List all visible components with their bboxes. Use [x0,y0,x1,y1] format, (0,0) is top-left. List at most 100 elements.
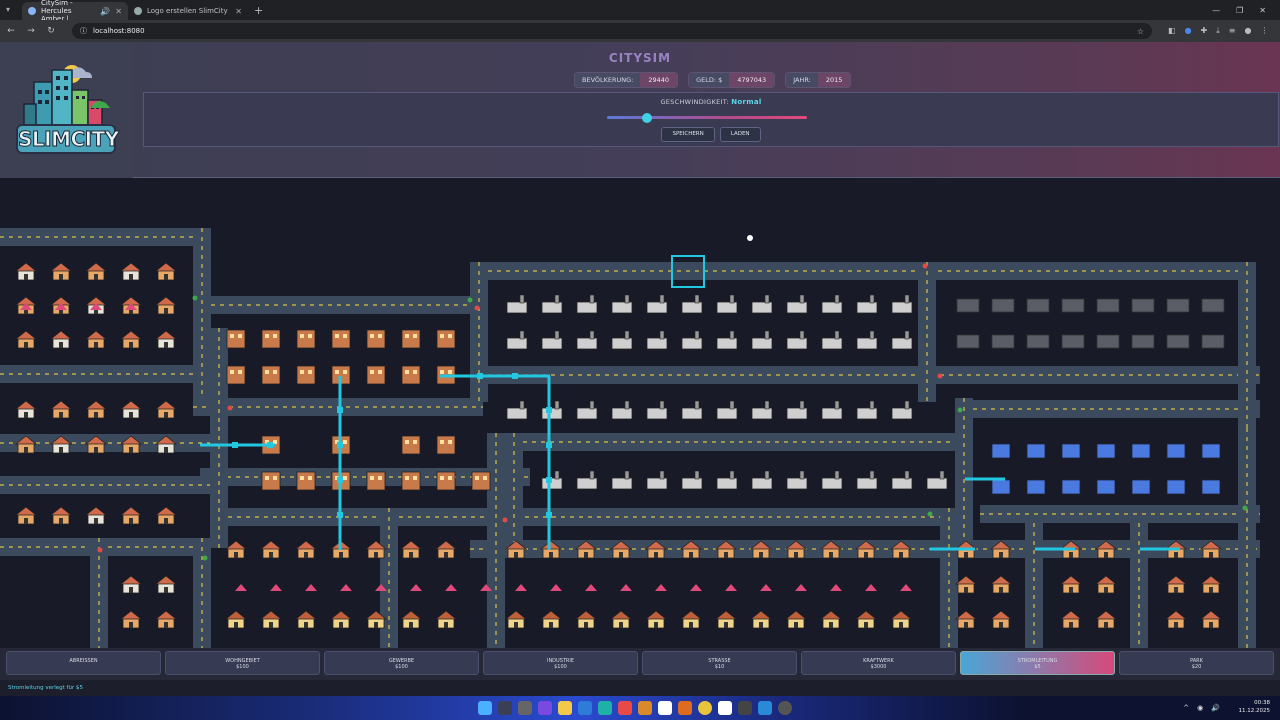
factory-icon [891,407,913,420]
tool-powerline-button[interactable]: STROMLEITUNG $5 [960,651,1115,675]
app-icon[interactable] [618,701,632,715]
reload-icon[interactable]: ↻ [46,26,56,36]
factory-chimney [834,400,840,410]
house-roof [294,540,318,550]
factory-icon [751,407,773,420]
zone-marker [410,584,422,591]
save-button[interactable]: SPEICHERN [661,127,715,142]
house-door [164,622,168,628]
clock[interactable]: 00:38 11.12.2025 [1239,699,1271,715]
shop-icon [401,435,421,455]
house-door [999,552,1003,558]
puzzle-icon[interactable]: ✚ [1201,26,1208,36]
tool-industry-button[interactable]: INDUSTRIE $100 [483,651,638,675]
app-icon[interactable] [578,701,592,715]
factory-chimney [554,330,560,340]
vscode-icon[interactable] [758,701,772,715]
factory-chimney [729,400,735,410]
house-door [24,412,28,418]
shop-window [370,370,374,374]
app-icon[interactable] [738,701,752,715]
shop-icon [261,365,281,385]
back-icon[interactable]: ← [6,26,16,36]
traffic-light [192,295,198,301]
shop-window [440,370,444,374]
app-icon[interactable] [598,701,612,715]
shop-window [440,334,444,338]
extension-icon[interactable]: ◧ [1168,26,1176,36]
tool-commercial-button[interactable]: GEWERBE $100 [324,651,479,675]
network-icon[interactable]: ◉ [1197,704,1203,712]
taskbar-apps [478,701,792,715]
tool-road-button[interactable]: STRASSE $10 [642,651,797,675]
zone-marker [865,584,877,591]
speed-slider[interactable] [607,112,807,123]
tool-price: $5 [1034,664,1041,670]
factory-icon [856,337,878,350]
app-icon[interactable] [518,701,532,715]
house-door [374,552,378,558]
extension-icon[interactable]: ● [1185,26,1192,36]
zone-marker [305,584,317,591]
app-icon[interactable] [638,701,652,715]
tool-residential-button[interactable]: WOHNGEBIET $100 [165,651,320,675]
tool-park-button[interactable]: PARK $20 [1119,651,1274,675]
media-icon[interactable]: ≡ [1229,26,1236,36]
house-door [129,412,133,418]
tool-powerplant-button[interactable]: KRAFTWERK $3000 [801,651,956,675]
tool-demolish-button[interactable]: ABREISSEN [6,651,161,675]
taskview-icon[interactable] [498,701,512,715]
app-icon[interactable] [678,701,692,715]
start-icon[interactable] [478,701,492,715]
maximize-icon[interactable]: ❐ [1236,6,1243,15]
menu-icon[interactable]: ⋮ [1260,26,1268,36]
site-info-icon[interactable]: ⓘ [80,26,87,36]
app-icon[interactable] [778,701,792,715]
chrome-icon[interactable] [698,701,712,715]
empty-industry-icon [956,334,980,349]
house-roof [889,610,913,620]
tab-audio-icon[interactable]: 🔊 [100,7,110,16]
house-door [129,622,133,628]
house-roof [154,506,178,516]
folder-icon[interactable] [558,701,572,715]
profile-icon[interactable]: ● [1245,26,1252,36]
house-door [94,447,98,453]
close-window-icon[interactable]: ✕ [1259,6,1266,15]
address-bar[interactable]: ⓘ localhost:8080 ☆ [72,23,1152,39]
minimize-icon[interactable]: — [1212,6,1220,15]
bookmark-star-icon[interactable]: ☆ [1137,27,1144,36]
house-door [794,552,798,558]
forward-icon[interactable]: → [26,26,36,36]
factory-chimney [834,330,840,340]
shop-icon [226,365,246,385]
tab-logo[interactable]: Logo erstellen SlimCity ✕ [128,2,248,20]
house-roof [49,262,73,272]
load-button[interactable]: LADEN [719,127,761,142]
tab-close-icon[interactable]: ✕ [115,7,122,16]
tab-close-icon[interactable]: ✕ [235,7,242,16]
house-roof [854,610,878,620]
house-roof [84,262,108,272]
shop-window [413,440,417,444]
chevron-up-icon[interactable]: ^ [1183,704,1189,712]
app-icon[interactable] [658,701,672,715]
house-door [899,622,903,628]
tab-search-icon[interactable]: ▾ [6,5,10,14]
app-icon[interactable] [718,701,732,715]
shop-window [273,476,277,480]
volume-icon[interactable]: 🔊 [1211,704,1220,712]
tab-citysim[interactable]: CitySim - Hercules Amber | 🔊 ✕ [22,0,128,23]
slider-knob[interactable] [642,112,652,123]
city-map[interactable] [0,178,1280,648]
map-canvas[interactable] [0,178,1280,648]
download-icon[interactable]: ⤓ [1216,26,1220,36]
house-roof [224,540,248,550]
app-icon[interactable] [538,701,552,715]
shop-window [335,334,339,338]
shop-window [300,334,304,338]
house-door [339,552,343,558]
factory-chimney [659,400,665,410]
factory-chimney [799,400,805,410]
new-tab-button[interactable]: + [254,4,263,17]
